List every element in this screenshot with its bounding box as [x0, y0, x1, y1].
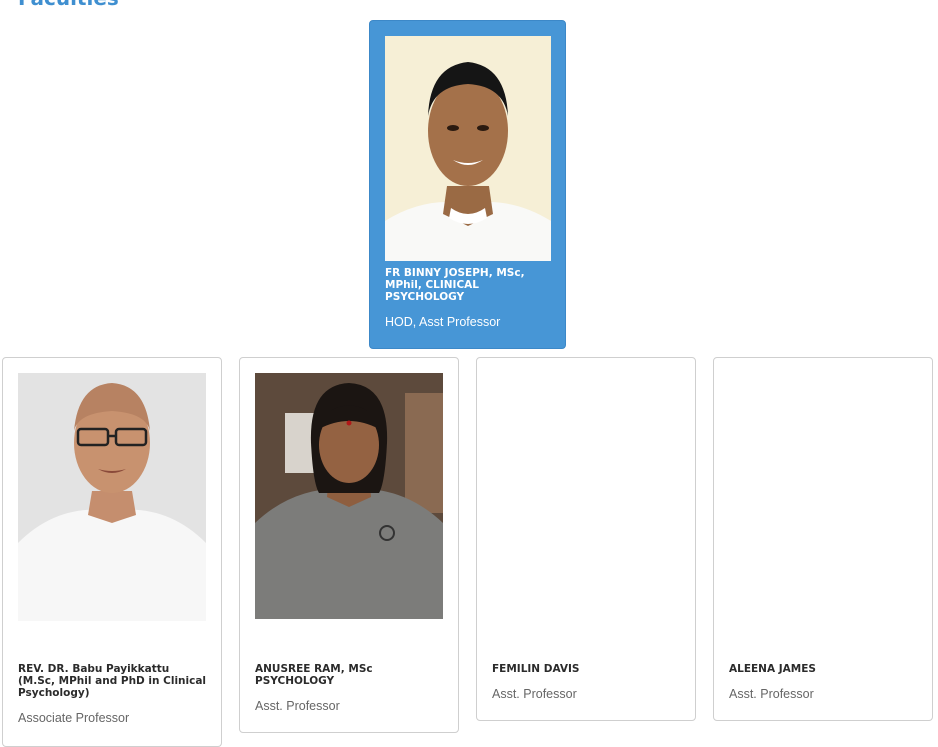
faculty-name: REV. DR. Babu Payikkattu (M.Sc, MPhil an… — [18, 663, 207, 699]
faculty-name: ALEENA JAMES — [729, 663, 816, 675]
faculty-name: FEMILIN DAVIS — [492, 663, 580, 675]
faculty-photo-hod — [385, 36, 551, 261]
faculty-role: Associate Professor — [18, 711, 130, 725]
faculty-role: Asst. Professor — [729, 687, 814, 701]
faculty-card[interactable]: REV. DR. Babu Payikkattu (M.Sc, MPhil an… — [2, 357, 222, 747]
section-title: Faculties — [18, 0, 119, 10]
faculty-photo — [18, 373, 206, 621]
faculty-role: Asst. Professor — [255, 699, 340, 713]
faculty-name: ANUSREE RAM, MSc PSYCHOLOGY — [255, 663, 373, 687]
faculty-card[interactable]: FEMILIN DAVIS Asst. Professor — [476, 357, 696, 721]
faculty-photo — [255, 373, 443, 619]
faculty-role: HOD, Asst Professor — [385, 315, 501, 329]
faculty-role: Asst. Professor — [492, 687, 577, 701]
faculty-card[interactable]: ALEENA JAMES Asst. Professor — [713, 357, 933, 721]
faculty-card-hod[interactable]: FR BINNY JOSEPH, MSc, MPhil, CLINICAL PS… — [369, 20, 566, 349]
faculty-name: FR BINNY JOSEPH, MSc, MPhil, CLINICAL PS… — [385, 267, 525, 303]
faculty-card[interactable]: ANUSREE RAM, MSc PSYCHOLOGY Asst. Profes… — [239, 357, 459, 733]
